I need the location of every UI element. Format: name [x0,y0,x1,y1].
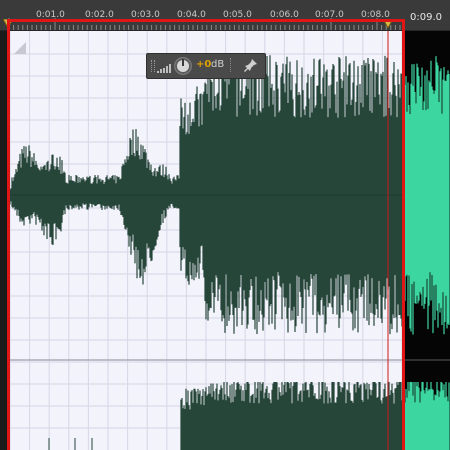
hud-grip-handle[interactable] [151,60,155,72]
gain-value[interactable]: +0 [196,59,211,70]
gain-knob-icon[interactable] [174,57,192,75]
gain-unit: dB [211,59,225,70]
waveform-editor[interactable]: 0:01.0 0:02.0 0:03.0 0:04.0 0:05.0 0:06.… [0,0,450,450]
pin-icon[interactable] [243,57,259,73]
hud-separator [230,58,233,72]
corner-marker-icon [14,42,26,54]
volume-bars-icon [157,64,171,73]
